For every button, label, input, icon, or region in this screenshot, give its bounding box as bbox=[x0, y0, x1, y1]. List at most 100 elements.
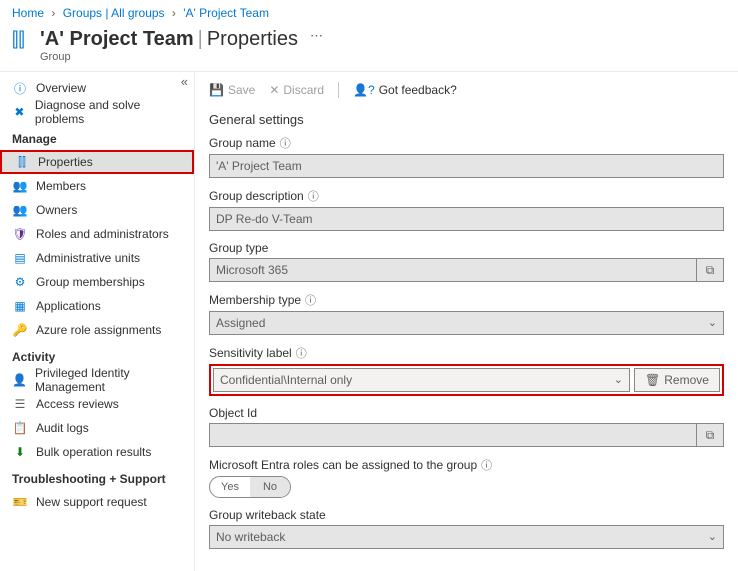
writeback-label: Group writeback state bbox=[209, 508, 724, 522]
nav-icon: 📋 bbox=[12, 421, 28, 435]
discard-icon: ✕ bbox=[269, 83, 279, 97]
sensitivity-row-highlight: Confidential\Internal only ⌄ 🗑 Remove bbox=[209, 364, 724, 396]
feedback-icon: 👤? bbox=[353, 83, 375, 97]
info-icon[interactable]: ⓘ bbox=[308, 188, 319, 204]
sensitivity-select[interactable]: Confidential\Internal only ⌄ bbox=[213, 368, 630, 392]
nav-icon: 👤 bbox=[12, 373, 27, 387]
sidebar-item-group-memberships[interactable]: ⚙ Group memberships bbox=[0, 270, 194, 294]
sidebar-item-azure-role-assignments[interactable]: 🔑 Azure role assignments bbox=[0, 318, 194, 342]
sidebar-item-members[interactable]: 👥Members bbox=[0, 174, 194, 198]
group-name-input[interactable]: 'A' Project Team bbox=[209, 154, 724, 178]
nav-icon: 🔑 bbox=[12, 323, 28, 337]
sidebar-item-label: Overview bbox=[36, 81, 86, 95]
group-type-field: Microsoft 365 bbox=[209, 258, 696, 282]
sidebar-item-new-support-request[interactable]: 🎫 New support request bbox=[0, 490, 194, 514]
sidebar-item-label: Group memberships bbox=[36, 275, 145, 289]
chevron-right-icon: › bbox=[47, 6, 59, 20]
nav-icon: ✖ bbox=[12, 105, 27, 119]
sidebar-item-owners[interactable]: 👥 Owners bbox=[0, 198, 194, 222]
info-icon[interactable]: ⓘ bbox=[280, 135, 291, 151]
sidebar-item-roles-and-administrators[interactable]: 🛡 Roles and administrators bbox=[0, 222, 194, 246]
breadcrumb-groups[interactable]: Groups | All groups bbox=[63, 6, 165, 20]
nav-icon: ▤ bbox=[12, 251, 28, 265]
copy-icon: ⧉ bbox=[706, 428, 715, 443]
toolbar-divider bbox=[338, 82, 339, 98]
nav-heading-manage: Manage bbox=[0, 124, 194, 150]
entra-roles-label: Microsoft Entra roles can be assigned to… bbox=[209, 457, 724, 473]
nav-icon: ⓘ bbox=[12, 80, 28, 97]
membership-type-label: Membership type ⓘ bbox=[209, 292, 724, 308]
breadcrumb-current[interactable]: 'A' Project Team bbox=[183, 6, 269, 20]
main-content: 💾 Save ✕ Discard 👤? Got feedback? Genera… bbox=[195, 72, 738, 571]
command-bar: 💾 Save ✕ Discard 👤? Got feedback? bbox=[209, 80, 724, 106]
toggle-no[interactable]: No bbox=[250, 477, 290, 497]
group-type-label: Group type bbox=[209, 241, 724, 255]
chevron-down-icon: ⌄ bbox=[614, 369, 623, 391]
sidebar-item-label: Audit logs bbox=[36, 421, 89, 435]
copy-icon: ⧉ bbox=[706, 263, 715, 278]
nav-icon: 🛡 bbox=[12, 227, 28, 241]
copy-object-id-button[interactable]: ⧉ bbox=[696, 423, 724, 447]
info-icon[interactable]: ⓘ bbox=[481, 457, 492, 473]
nav-icon: 👥 bbox=[12, 203, 28, 217]
nav-icon: ▦ bbox=[12, 299, 28, 313]
sidebar-item-diagnose-and-solve-problems[interactable]: ✖ Diagnose and solve problems bbox=[0, 100, 194, 124]
collapse-sidebar-button[interactable]: « bbox=[181, 74, 188, 89]
chevron-right-icon: › bbox=[168, 6, 180, 20]
sidebar-item-applications[interactable]: ▦ Applications bbox=[0, 294, 194, 318]
sidebar-item-label: Members bbox=[36, 179, 86, 193]
nav-icon: ☰ bbox=[12, 397, 28, 411]
sidebar-item-label: Applications bbox=[36, 299, 101, 313]
nav-icon: ⫿⫿ bbox=[14, 155, 30, 170]
sidebar-item-label: Diagnose and solve problems bbox=[35, 98, 182, 126]
section-title: General settings bbox=[209, 112, 724, 127]
writeback-select[interactable]: No writeback ⌄ bbox=[209, 525, 724, 549]
sidebar-item-label: Roles and administrators bbox=[36, 227, 169, 241]
page-title: 'A' Project Team|Properties bbox=[40, 28, 298, 51]
toggle-yes[interactable]: Yes bbox=[210, 477, 250, 497]
info-icon[interactable]: ⓘ bbox=[296, 345, 307, 361]
sidebar-item-label: Bulk operation results bbox=[36, 445, 151, 459]
object-id-label: Object Id bbox=[209, 406, 724, 420]
sidebar-item-privileged-identity-management[interactable]: 👤 Privileged Identity Management bbox=[0, 368, 194, 392]
more-button[interactable]: ⋯ bbox=[310, 28, 323, 44]
save-button[interactable]: 💾 Save bbox=[209, 83, 255, 97]
chevron-down-icon: ⌄ bbox=[708, 526, 717, 548]
sidebar-item-audit-logs[interactable]: 📋 Audit logs bbox=[0, 416, 194, 440]
trash-icon: 🗑 bbox=[645, 373, 660, 387]
sidebar-item-overview[interactable]: ⓘ Overview bbox=[0, 76, 194, 100]
nav-heading-activity: Activity bbox=[0, 342, 194, 368]
sidebar-item-properties[interactable]: ⫿⫿ Properties bbox=[0, 150, 194, 174]
group-icon: ⫿⫿ bbox=[12, 28, 40, 50]
info-icon[interactable]: ⓘ bbox=[305, 292, 316, 308]
sidebar-item-label: Azure role assignments bbox=[36, 323, 161, 337]
group-description-input[interactable]: DP Re-do V-Team bbox=[209, 207, 724, 231]
nav-icon: ⬇ bbox=[12, 445, 28, 459]
feedback-button[interactable]: 👤? Got feedback? bbox=[353, 83, 457, 97]
sidebar-item-label: Properties bbox=[38, 155, 93, 169]
sidebar-item-label: Administrative units bbox=[36, 251, 140, 265]
membership-type-select[interactable]: Assigned ⌄ bbox=[209, 311, 724, 335]
remove-sensitivity-button[interactable]: 🗑 Remove bbox=[634, 368, 720, 392]
resource-type: Group bbox=[40, 51, 298, 63]
copy-group-type-button[interactable]: ⧉ bbox=[696, 258, 724, 282]
nav-heading-troubleshoot: Troubleshooting + Support bbox=[0, 464, 194, 490]
breadcrumb: Home › Groups | All groups › 'A' Project… bbox=[0, 0, 738, 24]
group-description-label: Group description ⓘ bbox=[209, 188, 724, 204]
entra-roles-toggle[interactable]: Yes No bbox=[209, 476, 291, 498]
discard-button[interactable]: ✕ Discard bbox=[269, 83, 324, 97]
sidebar-item-label: New support request bbox=[36, 495, 147, 509]
chevron-down-icon: ⌄ bbox=[708, 312, 717, 334]
nav-icon: 🎫 bbox=[12, 495, 28, 509]
sidebar-item-access-reviews[interactable]: ☰ Access reviews bbox=[0, 392, 194, 416]
group-name-label: Group name ⓘ bbox=[209, 135, 724, 151]
breadcrumb-home[interactable]: Home bbox=[12, 6, 44, 20]
sidebar-item-bulk-operation-results[interactable]: ⬇ Bulk operation results bbox=[0, 440, 194, 464]
sidebar-item-administrative-units[interactable]: ▤ Administrative units bbox=[0, 246, 194, 270]
nav-icon: ⚙ bbox=[12, 275, 28, 289]
sidebar-item-label: Owners bbox=[36, 203, 77, 217]
sensitivity-label-label: Sensitivity label ⓘ bbox=[209, 345, 724, 361]
sidebar-item-label: Privileged Identity Management bbox=[35, 366, 182, 394]
page-header: ⫿⫿ 'A' Project Team|Properties Group ⋯ bbox=[0, 24, 738, 72]
sidebar-item-label: Access reviews bbox=[36, 397, 119, 411]
